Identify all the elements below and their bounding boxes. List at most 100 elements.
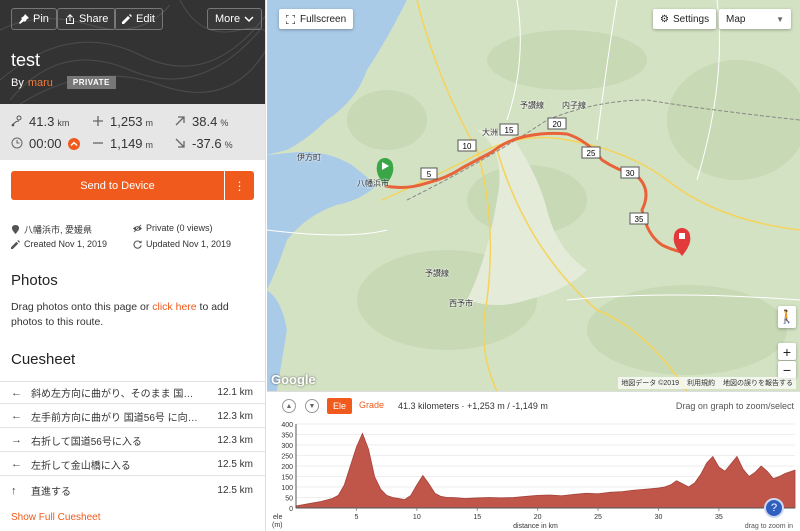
y-tick-label: 400 — [281, 422, 293, 429]
turn-left-arrow-icon: ← — [11, 386, 22, 399]
elevation-hint: Drag on graph to zoom/select — [675, 401, 794, 411]
y-tick-label: 0 — [289, 506, 293, 513]
map-label-seiyo: 西予市 — [449, 299, 473, 308]
y-tick-label: 250 — [281, 454, 293, 461]
straight-arrow-icon: ↑ — [11, 484, 17, 497]
author-link[interactable]: maru — [28, 77, 53, 89]
svg-text:20: 20 — [553, 120, 562, 129]
pin-label: Pin — [33, 13, 49, 25]
y-tick-label: 200 — [281, 464, 293, 471]
show-full-cuesheet-link[interactable]: Show Full Cuesheet — [11, 512, 101, 523]
map-label-ozu: 大洲 — [482, 128, 498, 137]
plus-icon — [93, 116, 103, 126]
tab-elevation[interactable]: Ele — [327, 398, 352, 414]
arrow-down-right-icon — [175, 138, 185, 148]
km-marker-30[interactable]: 30 — [620, 166, 640, 179]
chevron-up-icon: ▲ — [285, 402, 293, 410]
stat-distance: 41.3 km — [11, 114, 69, 129]
gear-icon: ⚙ — [660, 13, 669, 25]
x-tick-label: 20 — [534, 514, 542, 521]
x-axis-label: distance in km — [513, 523, 558, 530]
send-to-device-button[interactable]: Send to Device — [11, 171, 224, 200]
terms-link[interactable]: 利用規約 — [687, 378, 715, 388]
minus-icon — [93, 142, 103, 144]
stat-min-grade: -37.6 % — [174, 136, 233, 151]
pencil-icon — [11, 239, 20, 249]
meta-location: 八幡浜市, 愛媛県 — [11, 223, 92, 236]
stat-duration: 00:00 — [11, 136, 80, 151]
meta-updated: Updated Nov 1, 2019 — [133, 239, 231, 249]
share-button[interactable]: Share — [57, 8, 117, 30]
turn-right-arrow-icon: → — [11, 434, 22, 446]
chevron-up-circle-icon[interactable] — [67, 138, 80, 150]
y-tick-label: 300 — [281, 443, 293, 450]
send-options-button[interactable]: ⋮ — [225, 171, 254, 200]
km-marker-35[interactable]: 35 — [629, 212, 649, 225]
more-vertical-icon: ⋮ — [233, 178, 246, 193]
x-tick-label: 15 — [473, 514, 481, 521]
collapse-up-button[interactable]: ▲ — [282, 399, 296, 413]
click-here-link[interactable]: click here — [152, 301, 196, 313]
tab-grade[interactable]: Grade — [359, 400, 384, 410]
collapse-down-button[interactable]: ▼ — [305, 399, 319, 413]
route-author-line: By maru PRIVATE — [11, 76, 116, 89]
km-marker-5[interactable]: 5 — [420, 167, 438, 180]
street-view-pegman-icon[interactable]: 🚶 — [778, 306, 796, 328]
map-label-yosan-line-south: 予讃線 — [425, 269, 449, 278]
elevation-panel: ▲ ▼ Ele Grade 41.3 kilometers · +1,253 m… — [267, 391, 800, 531]
stat-max-grade: 38.4 % — [174, 114, 228, 129]
cue-item[interactable]: → 右折して国道56号に入る 12.3 km — [0, 429, 265, 452]
photos-title: Photos — [11, 272, 58, 289]
turn-left-arrow-icon: ← — [11, 410, 22, 422]
svg-text:5: 5 — [427, 170, 432, 179]
by-prefix: By — [11, 76, 24, 89]
elevation-chart[interactable]: 0 50 100 150 200 250 300 350 400 5 10 15 20 25 30 35 ele… — [267, 418, 800, 531]
x-tick-label: 35 — [715, 514, 723, 521]
edit-button[interactable]: Edit — [114, 8, 163, 30]
km-marker-25[interactable]: 25 — [581, 146, 601, 159]
zoom-out-button[interactable]: − — [778, 361, 796, 378]
route-map[interactable]: 5 10 15 20 25 30 35 伊方町 八幡浜市 大洲 西予市 予讃線 … — [267, 0, 800, 391]
x-tick-label: 25 — [594, 514, 602, 521]
km-marker-10[interactable]: 10 — [457, 139, 477, 152]
refresh-icon — [133, 239, 142, 249]
chevron-down-icon: ▼ — [308, 402, 316, 410]
y-tick-label: 350 — [281, 433, 293, 440]
stat-elevation-loss: 1,149 m — [92, 136, 153, 151]
x-tick-label: 10 — [413, 514, 421, 521]
cue-item[interactable]: ← 左折して金山橋に入る 12.5 km — [0, 453, 265, 476]
zoom-in-button[interactable]: + — [778, 343, 796, 360]
x-tick-label: 30 — [655, 514, 663, 521]
elevation-summary: 41.3 kilometers · +1,253 m / -1,149 m — [398, 401, 548, 411]
cuesheet-title: Cuesheet — [11, 351, 76, 368]
map-type-select[interactable]: Map ▼ — [719, 9, 791, 29]
route-stats: 41.3 km 1,253 m 38.4 % 00:00 1,149 m -37… — [0, 104, 265, 160]
privacy-badge: PRIVATE — [66, 76, 116, 89]
eye-slash-icon — [133, 224, 142, 232]
x-tick-label: 5 — [354, 514, 358, 521]
arrow-up-right-icon — [175, 116, 185, 126]
help-icon[interactable]: ? — [764, 498, 784, 518]
cue-item[interactable]: ← 斜め左方向に曲がり、そのまま 国道197号 12.1 km — [0, 381, 265, 404]
pin-button[interactable]: Pin — [11, 8, 57, 30]
km-marker-20[interactable]: 20 — [547, 117, 567, 130]
report-error-link[interactable]: 地図の誤りを報告する — [723, 378, 793, 388]
more-button[interactable]: More — [207, 8, 263, 30]
svg-text:25: 25 — [587, 149, 596, 158]
chevron-down-icon — [244, 16, 254, 23]
cue-item[interactable]: ← 左手前方向に曲がり 国道56号 に向かう 12.3 km — [0, 405, 265, 428]
fullscreen-icon — [286, 14, 295, 24]
edit-label: Edit — [136, 13, 155, 25]
y-tick-label: 100 — [281, 485, 293, 492]
cue-item[interactable]: ↑ 直進する 12.5 km — [0, 479, 265, 502]
map-canvas[interactable]: 5 10 15 20 25 30 35 — [267, 0, 800, 391]
map-label-yawatahama: 八幡浜市 — [357, 179, 389, 188]
settings-button[interactable]: ⚙ Settings — [653, 9, 717, 29]
route-sidebar: Pin Share Edit More test By maru PRIVATE… — [0, 0, 266, 531]
svg-text:35: 35 — [635, 215, 644, 224]
km-marker-15[interactable]: 15 — [499, 123, 519, 136]
map-label-yosan-line: 予讃線 — [520, 101, 544, 110]
share-label: Share — [79, 13, 109, 25]
photos-description: Drag photos onto this page or click here… — [11, 301, 229, 328]
fullscreen-button[interactable]: Fullscreen — [279, 9, 354, 29]
